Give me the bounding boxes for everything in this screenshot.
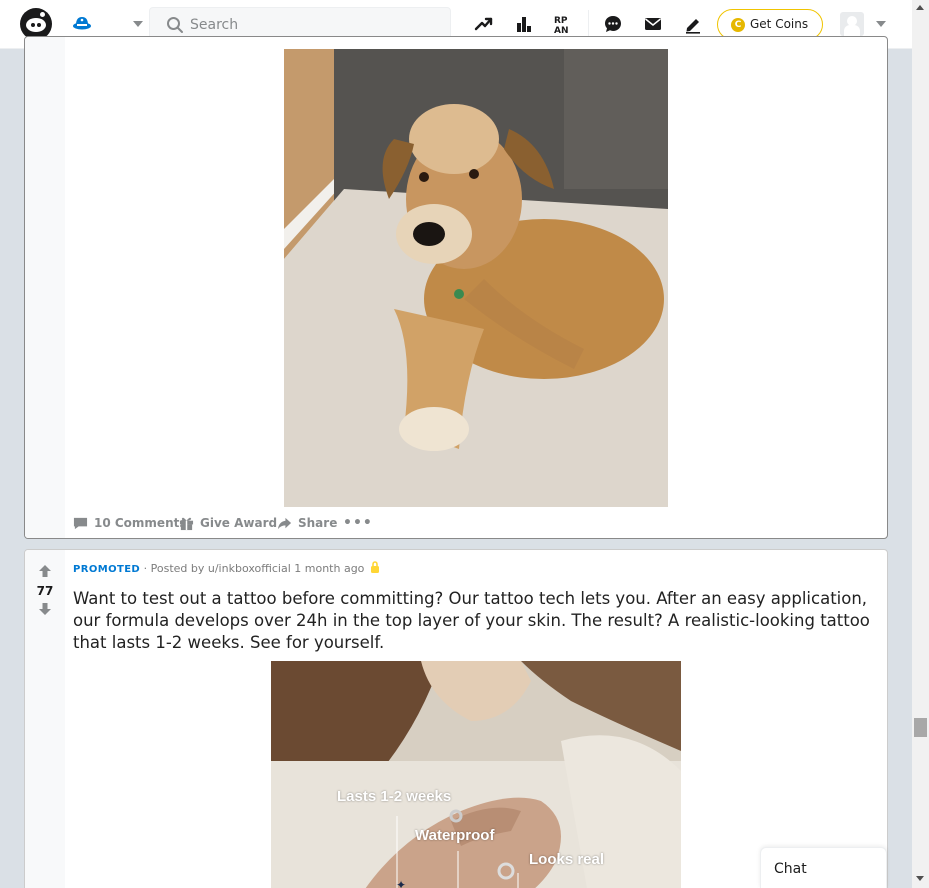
promoted-post-image[interactable]: ✦ Lasts 1-2 weeks Waterproof Looks real bbox=[271, 661, 681, 888]
give-award-label: Give Award bbox=[200, 516, 278, 530]
post-meta: PROMOTED · Posted by u/inkboxofficial 1 … bbox=[73, 561, 380, 575]
inbox-icon[interactable] bbox=[642, 13, 664, 35]
post-title[interactable]: Want to test out a tattoo before committ… bbox=[73, 588, 873, 654]
share-button[interactable]: Share bbox=[277, 513, 337, 533]
scrollbar-thumb[interactable] bbox=[914, 718, 927, 737]
lock-icon bbox=[371, 561, 380, 573]
page-scrollbar[interactable] bbox=[912, 0, 929, 888]
user-avatar[interactable] bbox=[840, 12, 864, 36]
search-input[interactable] bbox=[190, 15, 440, 35]
chat-icon[interactable] bbox=[602, 13, 624, 35]
promoted-label: PROMOTED bbox=[73, 564, 141, 575]
vote-column bbox=[25, 37, 65, 538]
comments-label: 10 Comments bbox=[94, 516, 187, 530]
get-coins-label: Get Coins bbox=[750, 17, 809, 31]
comment-icon bbox=[73, 517, 88, 529]
vote-column: 77 bbox=[25, 550, 65, 888]
home-dropdown-chevron-icon[interactable] bbox=[133, 21, 143, 27]
image-label-looks-real: Looks real bbox=[529, 851, 605, 868]
chat-label: Chat bbox=[774, 861, 807, 877]
header-divider bbox=[588, 10, 589, 38]
popular-icon[interactable] bbox=[473, 13, 495, 35]
svg-text:AN: AN bbox=[554, 26, 569, 35]
scroll-down-arrow-icon[interactable] bbox=[916, 876, 924, 881]
chat-widget[interactable]: Chat bbox=[760, 847, 887, 888]
more-options-icon[interactable]: ••• bbox=[343, 515, 373, 531]
svg-text:✦: ✦ bbox=[396, 878, 406, 888]
search-icon bbox=[167, 17, 183, 33]
downvote-arrow-icon[interactable] bbox=[38, 602, 52, 616]
tattoo-hand-image: ✦ bbox=[271, 661, 681, 888]
leaderboard-icon[interactable] bbox=[513, 13, 535, 35]
image-label-waterproof: Waterproof bbox=[415, 827, 495, 844]
scroll-up-arrow-icon[interactable] bbox=[916, 5, 924, 10]
svg-text:RP: RP bbox=[554, 16, 568, 26]
post-image-dog[interactable] bbox=[284, 49, 668, 507]
comments-button[interactable]: 10 Comments bbox=[73, 513, 187, 533]
posted-by-text[interactable]: · Posted by u/inkboxofficial 1 month ago bbox=[140, 562, 365, 575]
coin-icon: C bbox=[731, 18, 745, 32]
vote-count: 77 bbox=[36, 584, 54, 598]
share-icon bbox=[277, 517, 292, 529]
share-label: Share bbox=[298, 516, 338, 530]
give-award-button[interactable]: Give Award bbox=[179, 513, 277, 533]
image-label-lasts: Lasts 1-2 weeks bbox=[337, 788, 452, 805]
gift-icon bbox=[179, 517, 194, 530]
rpan-icon[interactable]: RP AN bbox=[553, 13, 575, 35]
upvote-arrow-icon[interactable] bbox=[38, 564, 52, 578]
create-post-icon[interactable] bbox=[682, 13, 704, 35]
home-community-icon[interactable] bbox=[71, 13, 93, 35]
post-card-dog[interactable]: 10 Comments Give Award Share ••• bbox=[24, 36, 888, 539]
post-card-promoted[interactable]: 77 PROMOTED · Posted by u/inkboxofficial… bbox=[24, 549, 888, 888]
user-menu-chevron-icon[interactable] bbox=[876, 21, 886, 27]
